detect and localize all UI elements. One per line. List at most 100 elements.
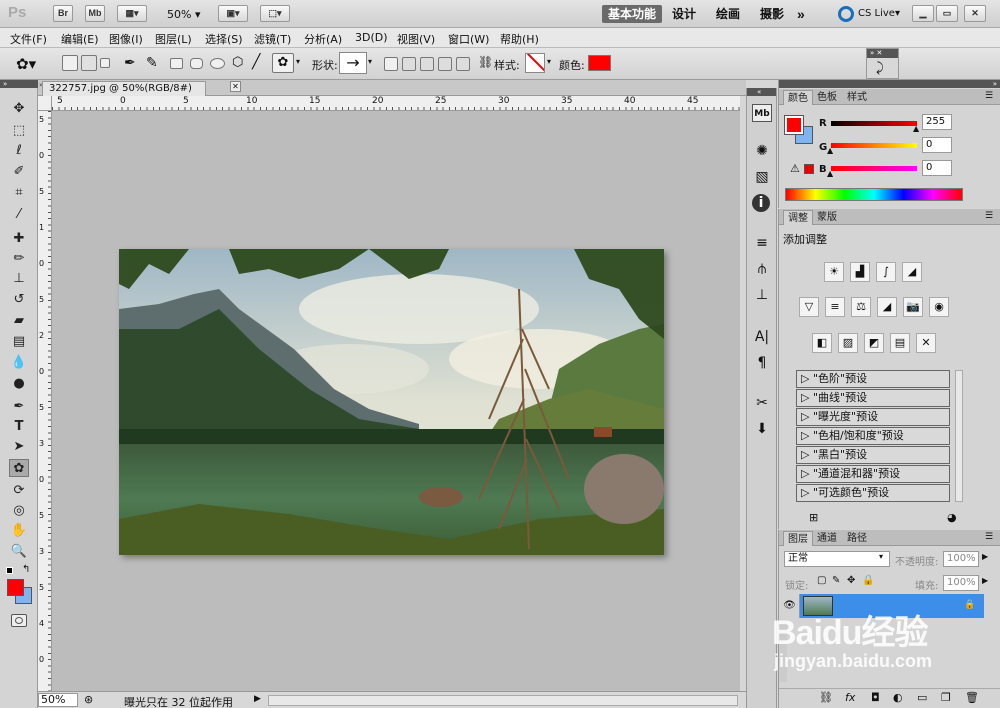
move-tool-icon[interactable]: ✥ bbox=[9, 100, 29, 118]
history-icon[interactable]: ✺ bbox=[752, 142, 772, 160]
zoom-level-dropdown[interactable]: 50% ▾ bbox=[167, 8, 200, 21]
tab-adjustments[interactable]: 调整 bbox=[783, 210, 813, 225]
gamut-color-swatch[interactable] bbox=[804, 164, 814, 174]
list-item[interactable]: ▷ "色相/饱和度"预设 bbox=[796, 427, 950, 445]
menu-layer[interactable]: 图层(L) bbox=[155, 31, 192, 47]
workspace-design[interactable]: 设计 bbox=[666, 5, 702, 23]
mask-visibility-icon[interactable]: ◕ bbox=[947, 511, 957, 524]
opacity-arrow-icon[interactable]: ▶ bbox=[982, 552, 988, 561]
chevron-down-icon[interactable]: ▾ bbox=[296, 57, 300, 66]
blue-slider[interactable] bbox=[831, 166, 917, 171]
new-layer-icon[interactable]: ❐ bbox=[941, 691, 951, 704]
slider-thumb-icon[interactable]: ▲ bbox=[827, 169, 833, 178]
type-tool-icon[interactable]: T bbox=[9, 418, 29, 436]
color-balance-icon[interactable]: ⚖ bbox=[851, 297, 871, 317]
tab-channels[interactable]: 通道 bbox=[813, 531, 841, 546]
tab-masks[interactable]: 蒙版 bbox=[813, 210, 841, 225]
info-icon[interactable]: i bbox=[752, 194, 770, 212]
tool-presets-icon[interactable]: ⤸ bbox=[876, 61, 884, 76]
list-item[interactable]: ▷ "可选颜色"预设 bbox=[796, 484, 950, 502]
opacity-field[interactable]: 100% bbox=[943, 551, 979, 567]
threshold-icon[interactable]: ◩ bbox=[864, 333, 884, 353]
delete-layer-icon[interactable]: 🗑 bbox=[965, 691, 979, 704]
red-value-field[interactable]: 255 bbox=[922, 114, 952, 130]
paths-mode-icon[interactable] bbox=[81, 55, 97, 71]
rounded-rectangle-icon[interactable] bbox=[190, 58, 203, 69]
link-layers-icon[interactable]: ⛓ bbox=[819, 691, 833, 704]
cs-live-button[interactable]: CS Live▾ bbox=[858, 8, 900, 19]
polygon-shape-icon[interactable]: ⬡ bbox=[232, 55, 243, 70]
paragraph-icon[interactable]: ¶ bbox=[752, 354, 772, 372]
tab-styles[interactable]: 样式 bbox=[843, 90, 871, 105]
custom-shape-tool-preset-icon[interactable]: ✿▾ bbox=[16, 55, 36, 73]
path-selection-tool-icon[interactable]: ➤ bbox=[9, 438, 29, 456]
menu-select[interactable]: 选择(S) bbox=[205, 31, 243, 47]
collapse-icon[interactable]: « bbox=[747, 88, 776, 96]
new-adjustment-layer-icon[interactable]: ◐ bbox=[893, 691, 903, 704]
custom-shape-icon[interactable]: ✿ bbox=[272, 53, 294, 73]
close-window-button[interactable]: ✕ bbox=[964, 5, 986, 22]
invert-icon[interactable]: ◧ bbox=[812, 333, 832, 353]
gradient-map-icon[interactable]: ▤ bbox=[890, 333, 910, 353]
lock-transparent-icon[interactable]: ▢ bbox=[817, 575, 826, 586]
close-tab-icon[interactable]: ✕ bbox=[230, 81, 241, 92]
chevron-down-icon[interactable]: ▾ bbox=[368, 57, 372, 66]
menu-image[interactable]: 图像(I) bbox=[109, 31, 143, 47]
fill-field[interactable]: 100% bbox=[943, 575, 979, 591]
clone-source-icon[interactable]: ⊥ bbox=[752, 286, 772, 304]
clip-to-layer-icon[interactable]: ⊞ bbox=[809, 511, 818, 524]
navigator-icon[interactable]: ▧ bbox=[752, 168, 772, 186]
eyedropper-tool-icon[interactable]: ⁄ bbox=[9, 206, 29, 224]
workspace-essentials[interactable]: 基本功能 bbox=[602, 5, 663, 23]
custom-shape-tool-icon[interactable]: ✿ bbox=[9, 459, 29, 477]
menu-window[interactable]: 窗口(W) bbox=[448, 31, 489, 47]
shape-layers-mode-icon[interactable] bbox=[62, 55, 78, 71]
blue-value-field[interactable]: 0 bbox=[922, 160, 952, 176]
more-workspaces-button[interactable]: » bbox=[791, 5, 811, 23]
menu-edit[interactable]: 编辑(E) bbox=[61, 31, 99, 47]
clone-stamp-tool-icon[interactable]: ⊥ bbox=[9, 270, 29, 288]
channel-mixer-icon[interactable]: ◉ bbox=[929, 297, 949, 317]
menu-3d[interactable]: 3D(D) bbox=[355, 31, 388, 44]
ellipse-shape-icon[interactable] bbox=[210, 58, 225, 69]
collapse-toolbox-icon[interactable]: » bbox=[0, 80, 38, 88]
lasso-tool-icon[interactable]: ℓ bbox=[9, 142, 29, 160]
foreground-color-swatch[interactable] bbox=[7, 579, 24, 596]
menu-view[interactable]: 视图(V) bbox=[397, 31, 435, 47]
brush-presets-icon[interactable]: ≡ bbox=[752, 234, 772, 252]
slider-thumb-icon[interactable]: ▲ bbox=[913, 124, 919, 133]
out-of-gamut-warning-icon[interactable]: ⚠ bbox=[790, 162, 800, 175]
zoom-tool-icon[interactable]: 🔍 bbox=[9, 543, 29, 561]
lock-all-icon[interactable]: 🔒 bbox=[862, 575, 874, 586]
chevron-down-icon[interactable]: ▾ bbox=[547, 57, 551, 66]
curves-icon[interactable]: ∫ bbox=[876, 262, 896, 282]
hand-tool-icon[interactable]: ✋ bbox=[9, 522, 29, 540]
exposure-icon[interactable]: ◢ bbox=[902, 262, 922, 282]
marquee-tool-icon[interactable]: ⬚ bbox=[9, 122, 29, 140]
fg-color-swatch[interactable] bbox=[784, 115, 804, 135]
status-menu-arrow-icon[interactable]: ▶ bbox=[254, 694, 261, 704]
brush-tool-icon[interactable]: ✏ bbox=[9, 250, 29, 268]
preset-scrollbar[interactable] bbox=[955, 370, 963, 502]
lock-position-icon[interactable]: ✥ bbox=[847, 575, 855, 586]
green-value-field[interactable]: 0 bbox=[922, 137, 952, 153]
fill-pixels-mode-icon[interactable] bbox=[100, 58, 110, 68]
red-slider[interactable] bbox=[831, 121, 917, 126]
line-shape-icon[interactable]: ╱ bbox=[252, 54, 260, 70]
tab-color[interactable]: 颜色 bbox=[783, 90, 813, 105]
status-zoom-field[interactable]: 50% bbox=[38, 693, 78, 707]
panel-menu-icon[interactable]: ☰ bbox=[985, 532, 993, 542]
3d-icon[interactable]: ⬇ bbox=[752, 420, 772, 438]
subtract-shape-area-icon[interactable] bbox=[420, 57, 434, 71]
blur-tool-icon[interactable]: 💧 bbox=[9, 354, 29, 372]
chevron-down-icon[interactable]: ▾ bbox=[879, 552, 883, 561]
list-item[interactable]: ▷ "曝光度"预设 bbox=[796, 408, 950, 426]
brightness-contrast-icon[interactable]: ☀ bbox=[824, 262, 844, 282]
slider-thumb-icon[interactable]: ▲ bbox=[827, 146, 833, 155]
new-shape-layer-icon[interactable] bbox=[384, 57, 398, 71]
crop-tool-icon[interactable]: ⌗ bbox=[9, 184, 29, 202]
collapse-icon[interactable]: » bbox=[779, 80, 1000, 88]
character-icon[interactable]: A| bbox=[752, 328, 772, 346]
quick-mask-icon[interactable] bbox=[11, 614, 27, 627]
new-group-icon[interactable]: ▭ bbox=[917, 691, 927, 704]
